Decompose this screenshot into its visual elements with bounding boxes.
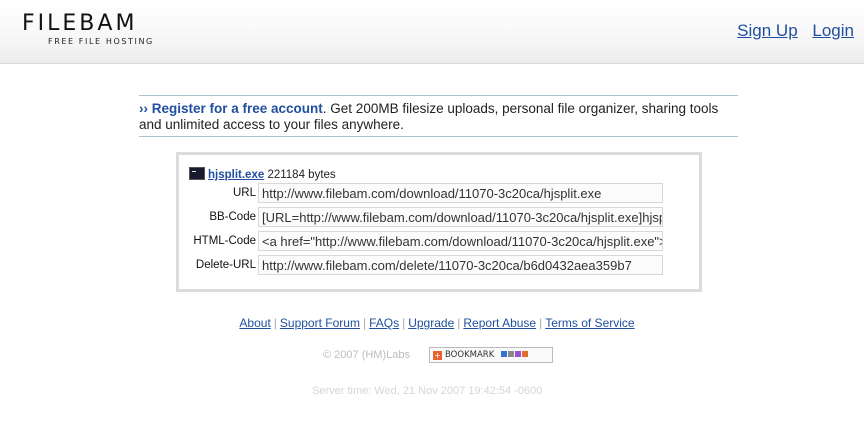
url-label: URL — [232, 187, 256, 199]
footer-separator: | — [273, 316, 277, 330]
url-field[interactable]: http://www.filebam.com/download/11070-3c… — [258, 183, 663, 203]
footer-separator: | — [402, 316, 406, 330]
login-link[interactable]: Login — [812, 21, 854, 40]
delete-url-label: Delete-URL — [195, 259, 256, 271]
executable-file-icon — [189, 167, 205, 180]
footer-link-support-forum[interactable]: Support Forum — [280, 316, 360, 330]
footer-separator: | — [362, 316, 367, 330]
server-time: Server time: Wed, 21 Nov 2007 19:42:54 -… — [312, 385, 543, 397]
logo-wordmark: FILEBAM — [22, 11, 138, 36]
footer-link-report-abuse[interactable]: Report Abuse — [463, 316, 536, 330]
copyright-text: © 2007 (HM)Labs — [323, 349, 410, 361]
bbcode-row: BB-Code [URL=http://www.filebam.com/down… — [179, 207, 699, 229]
bookmark-label: BOOKMARK — [445, 350, 495, 360]
file-info-box: hjsplit.exe 221184 bytes URL http://www.… — [176, 152, 702, 292]
footer-link-upgrade[interactable]: Upgrade — [408, 316, 454, 330]
register-link[interactable]: ›› Register for a free account — [139, 101, 323, 116]
filebam-logo[interactable]: FILEBAM FREE FILE HOSTING — [22, 11, 152, 47]
footer-link-terms[interactable]: Terms of Service — [545, 316, 634, 330]
stumble-icon — [521, 351, 528, 357]
footer-link-about[interactable]: About — [239, 316, 270, 330]
logo-tagline: FREE FILE HOSTING — [48, 37, 154, 46]
register-promo: ›› Register for a free account. Get 200M… — [139, 95, 738, 137]
bbcode-label: BB-Code — [209, 211, 256, 223]
footer-separator: | — [539, 316, 543, 330]
footer-separator: | — [457, 316, 461, 330]
html-code-row: HTML-Code <a href="http://www.filebam.co… — [179, 231, 699, 253]
site-header: FILEBAM FREE FILE HOSTING Sign Up Login — [0, 0, 864, 64]
file-size: 221184 bytes — [267, 169, 336, 181]
delete-url-row: Delete-URL http://www.filebam.com/delete… — [179, 255, 699, 277]
bbcode-field[interactable]: [URL=http://www.filebam.com/download/110… — [258, 207, 663, 227]
signup-link[interactable]: Sign Up — [737, 21, 797, 40]
social-bookmark-icons — [500, 348, 529, 362]
file-name-link[interactable]: hjsplit.exe — [208, 169, 264, 181]
url-row: URL http://www.filebam.com/download/1107… — [179, 183, 699, 205]
yahoo-icon — [514, 351, 521, 357]
footer-link-faqs[interactable]: FAQs — [369, 316, 399, 330]
plus-icon: + — [433, 351, 442, 360]
delete-url-field[interactable]: http://www.filebam.com/delete/11070-3c20… — [258, 255, 663, 275]
html-code-field[interactable]: <a href="http://www.filebam.com/download… — [258, 231, 663, 251]
file-title-line: hjsplit.exe 221184 bytes — [189, 167, 336, 181]
digg-icon — [507, 351, 514, 357]
footer-nav: About | Support Forum | FAQs | Upgrade | Report … — [0, 316, 864, 330]
account-links: Sign Up Login — [727, 21, 854, 41]
html-code-label: HTML-Code — [193, 235, 256, 247]
delicious-icon — [500, 351, 507, 357]
bookmark-button[interactable]: + BOOKMARK — [429, 347, 553, 363]
